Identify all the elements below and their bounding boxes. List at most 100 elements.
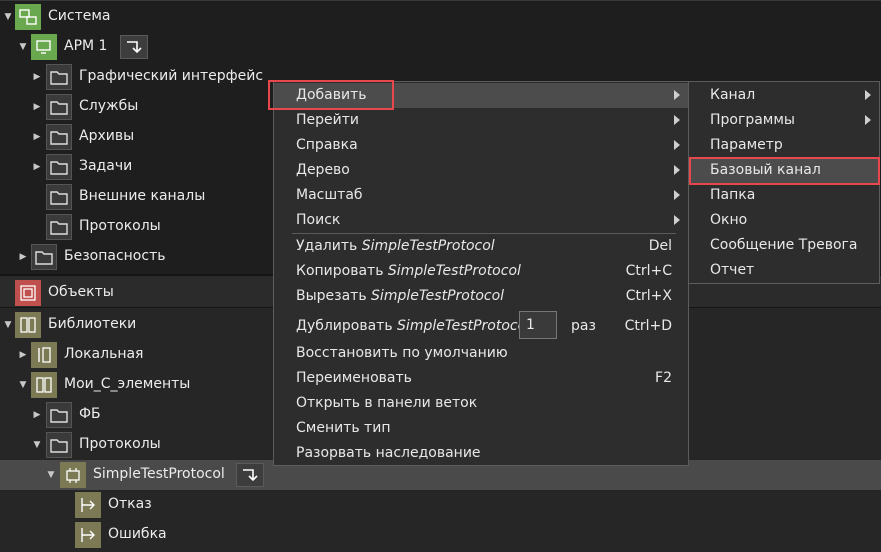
submenu-arrow-icon <box>865 115 871 125</box>
submenu-item-report[interactable]: Отчет <box>689 258 879 283</box>
node-label: Графический интерфейс <box>79 68 264 84</box>
highlight-box-base-channel <box>689 157 880 185</box>
submenu-item-channel[interactable]: Канал <box>689 83 879 108</box>
node-label: Ошибка <box>108 526 167 542</box>
node-label: Внешние каналы <box>79 188 206 204</box>
submenu-arrow-icon <box>674 140 680 150</box>
duplicate-count-input[interactable] <box>519 311 557 339</box>
tree-node-error[interactable]: Ошибка <box>0 520 881 550</box>
signal-icon <box>75 492 101 518</box>
chevron-down-icon[interactable]: ▼ <box>3 12 13 22</box>
menu-item-search[interactable]: Поиск <box>274 208 688 233</box>
menu-item-label: Открыть в панели веток <box>296 395 478 411</box>
menu-item-restore[interactable]: Восстановить по умолчанию <box>274 341 688 366</box>
menu-item-change-type[interactable]: Сменить тип <box>274 416 688 441</box>
node-label: АРМ 1 <box>64 38 108 54</box>
menu-item-break-inheritance[interactable]: Разорвать наследование <box>274 441 688 466</box>
menu-item-goto[interactable]: Перейти <box>274 108 688 133</box>
menu-item-label: Вырезать SimpleTestProtocol <box>296 288 505 304</box>
node-label: SimpleTestProtocol <box>93 466 225 482</box>
tree-node-fail[interactable]: Отказ <box>0 490 881 520</box>
menu-item-label: Отчет <box>710 262 755 278</box>
chevron-right-icon[interactable]: ▶ <box>32 132 42 142</box>
chevron-right-icon[interactable]: ▶ <box>18 350 28 360</box>
node-label: Объекты <box>48 284 114 300</box>
folder-icon <box>46 402 72 428</box>
menu-item-label: Программы <box>710 112 795 128</box>
menu-item-label: Масштаб <box>296 187 363 203</box>
menu-item-cut[interactable]: Вырезать SimpleTestProtocol Ctrl+X <box>274 284 688 309</box>
submenu-item-alarm[interactable]: Сообщение Тревога <box>689 233 879 258</box>
tree-node-system[interactable]: ▼ Система <box>0 2 881 32</box>
submenu-arrow-icon <box>674 115 680 125</box>
chevron-down-icon[interactable]: ▼ <box>32 440 42 450</box>
menu-item-label: Разорвать наследование <box>296 445 481 461</box>
chevron-down-icon[interactable]: ▼ <box>3 320 13 330</box>
chevron-right-icon[interactable]: ▶ <box>18 252 28 262</box>
submenu-item-folder[interactable]: Папка <box>689 183 879 208</box>
menu-item-label: Удалить SimpleTestProtocol <box>296 238 495 254</box>
node-label: Отказ <box>108 496 152 512</box>
chevron-right-icon[interactable]: ▶ <box>32 410 42 420</box>
submenu-arrow-icon <box>674 90 680 100</box>
duplicate-unit-label: раз <box>571 318 596 334</box>
chevron-down-icon[interactable]: ▼ <box>46 470 56 480</box>
chevron-right-icon[interactable]: ▶ <box>32 72 42 82</box>
chevron-right-icon[interactable]: ▶ <box>32 162 42 172</box>
chevron-right-icon[interactable]: ▶ <box>32 102 42 112</box>
submenu-item-programs[interactable]: Программы <box>689 108 879 133</box>
menu-item-tree[interactable]: Дерево <box>274 158 688 183</box>
shortcut-label: F2 <box>655 370 672 386</box>
menu-item-label: Окно <box>710 212 748 228</box>
menu-item-label: Канал <box>710 87 756 103</box>
menu-item-label: Параметр <box>710 137 783 153</box>
menu-item-label: Справка <box>296 137 358 153</box>
node-action-icon[interactable] <box>236 463 264 487</box>
menu-item-duplicate[interactable]: Дублировать SimpleTestProtocol раз Ctrl+… <box>274 309 688 343</box>
library-icon <box>15 312 41 338</box>
submenu-item-window[interactable]: Окно <box>689 208 879 233</box>
shortcut-label: Ctrl+C <box>625 263 672 279</box>
node-label: Локальная <box>64 346 144 362</box>
submenu-arrow-icon <box>674 215 680 225</box>
node-label: Библиотеки <box>48 316 137 332</box>
folder-icon <box>31 244 57 270</box>
menu-item-rename[interactable]: Переименовать F2 <box>274 366 688 391</box>
workstation-icon <box>31 34 57 60</box>
chevron-down-icon[interactable]: ▼ <box>18 380 28 390</box>
folder-open-icon <box>46 432 72 458</box>
node-label: Протоколы <box>79 436 161 452</box>
menu-item-label: Дублировать SimpleTestProtocol <box>296 318 531 334</box>
tree-node-arm[interactable]: ▼ АРМ 1 <box>0 32 881 62</box>
shortcut-label: Del <box>648 238 672 254</box>
menu-item-help[interactable]: Справка <box>274 133 688 158</box>
node-action-icon[interactable] <box>120 35 148 59</box>
objects-icon <box>15 280 41 306</box>
menu-item-copy[interactable]: Копировать SimpleTestProtocol Ctrl+C <box>274 259 688 284</box>
highlight-box-add <box>268 80 394 110</box>
node-label: Задачи <box>79 158 133 174</box>
menu-item-scale[interactable]: Масштаб <box>274 183 688 208</box>
node-label: Мои_С_элементы <box>64 376 191 392</box>
chevron-down-icon[interactable]: ▼ <box>18 42 28 52</box>
library-icon <box>31 372 57 398</box>
system-icon <box>15 4 41 30</box>
node-label: Службы <box>79 98 139 114</box>
node-label: Безопасность <box>64 248 166 264</box>
menu-item-open-branch[interactable]: Открыть в панели веток <box>274 391 688 416</box>
menu-item-label: Перейти <box>296 112 359 128</box>
submenu-arrow-icon <box>674 165 680 175</box>
signal-icon <box>75 522 101 548</box>
menu-item-label: Копировать SimpleTestProtocol <box>296 263 521 279</box>
node-label: Система <box>48 8 111 24</box>
submenu-item-param[interactable]: Параметр <box>689 133 879 158</box>
node-label: Архивы <box>79 128 135 144</box>
submenu-arrow-icon <box>674 190 680 200</box>
shortcut-label: Ctrl+D <box>624 318 672 334</box>
folder-icon <box>46 124 72 150</box>
submenu-arrow-icon <box>865 90 871 100</box>
context-menu: Добавить Перейти Справка Дерево Масштаб … <box>273 81 689 466</box>
menu-item-delete[interactable]: Удалить SimpleTestProtocol Del <box>274 234 688 259</box>
menu-item-label: Сменить тип <box>296 420 391 436</box>
menu-item-label: Переименовать <box>296 370 412 386</box>
